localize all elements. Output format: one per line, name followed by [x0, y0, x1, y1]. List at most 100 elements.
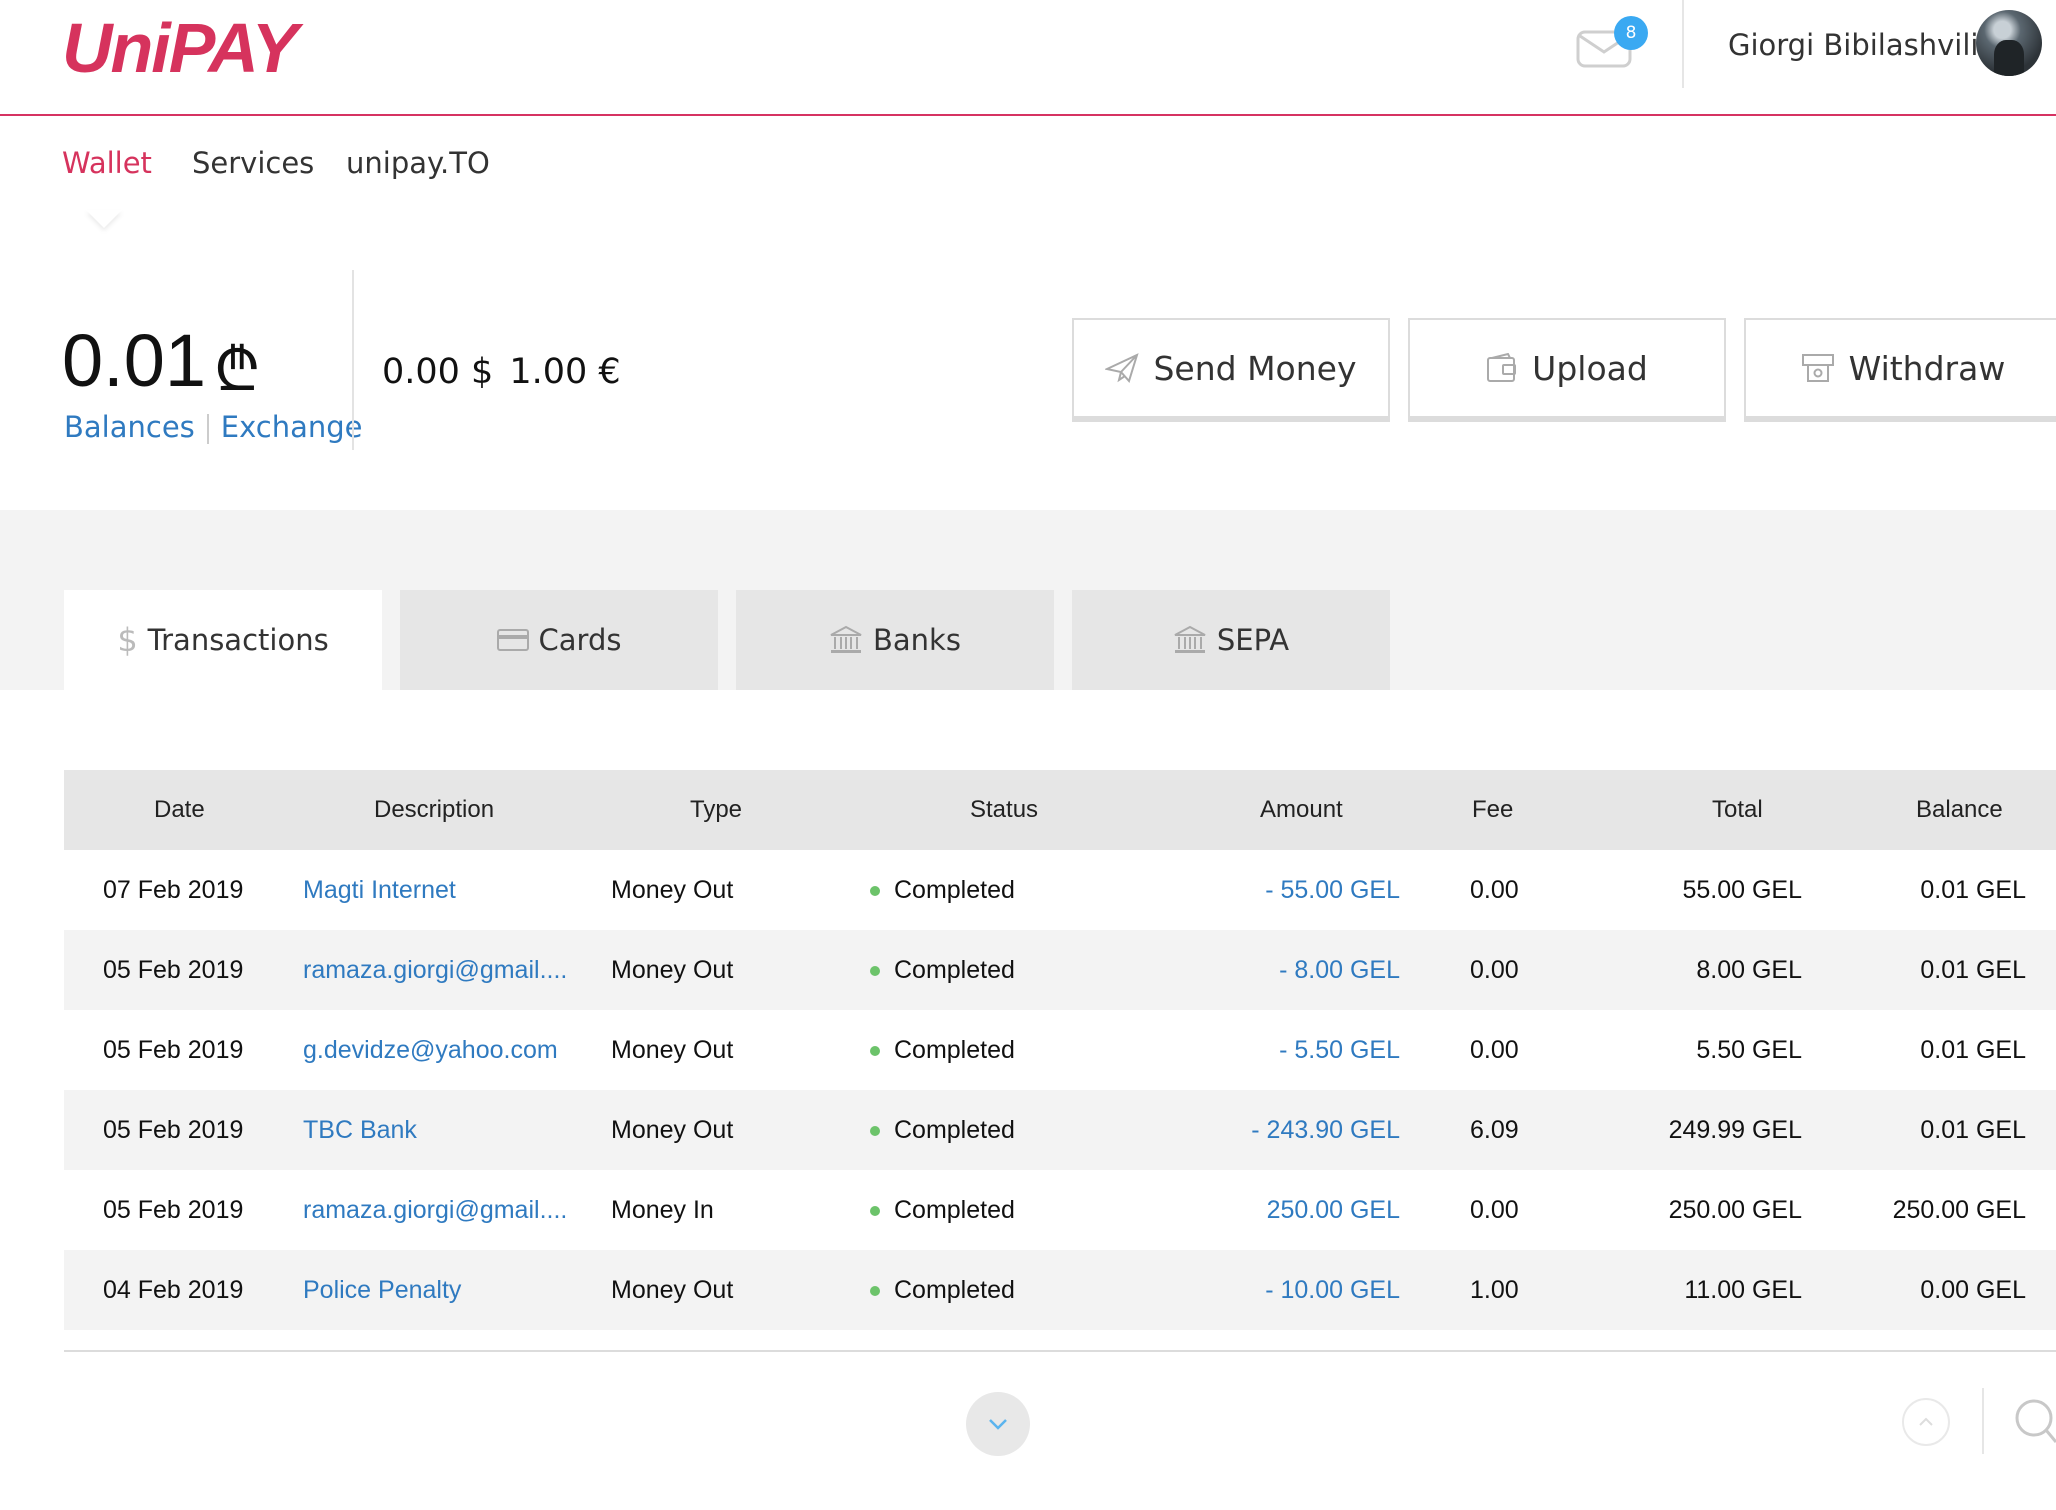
row-amount: 250.00 GEL — [1266, 1196, 1400, 1224]
row-total: 5.50 GEL — [1696, 1036, 1802, 1064]
row-description-link[interactable]: TBC Bank — [303, 1090, 417, 1170]
row-fee: 1.00 — [1470, 1276, 1519, 1304]
balance-divider — [352, 270, 354, 450]
tab-banks-label: Banks — [873, 623, 961, 657]
row-amount: - 243.90 GEL — [1251, 1116, 1400, 1144]
search-icon[interactable] — [2012, 1398, 2056, 1446]
row-amount: - 8.00 GEL — [1279, 956, 1400, 984]
send-money-button[interactable]: Send Money — [1072, 318, 1390, 422]
table-row[interactable]: 05 Feb 2019 TBC Bank Money Out Completed… — [64, 1090, 2056, 1170]
col-amount[interactable]: Amount — [1260, 770, 1343, 850]
row-status-label: Completed — [894, 1196, 1015, 1224]
row-type: Money Out — [611, 956, 734, 984]
row-fee: 0.00 — [1470, 1196, 1519, 1224]
row-status: Completed — [870, 1090, 1015, 1170]
col-date[interactable]: Date — [154, 770, 205, 850]
main-balance: 0.01 — [62, 319, 207, 402]
col-total[interactable]: Total — [1712, 770, 1763, 850]
balances-link[interactable]: Balances — [64, 410, 195, 444]
footer-divider — [1982, 1388, 1984, 1454]
row-date: 05 Feb 2019 — [103, 1196, 244, 1224]
nav-services[interactable]: Services — [192, 146, 314, 180]
row-fee: 0.00 — [1470, 1036, 1519, 1064]
table-bottom-border — [64, 1350, 2056, 1352]
tab-cards[interactable]: Cards — [400, 590, 718, 690]
table-row[interactable]: 05 Feb 2019 ramaza.giorgi@gmail.... Mone… — [64, 930, 2056, 1010]
card-icon — [496, 629, 529, 651]
col-status[interactable]: Status — [970, 770, 1038, 850]
row-balance: 0.01 GEL — [1920, 876, 2026, 904]
exchange-link[interactable]: Exchange — [221, 410, 363, 444]
chevron-up-icon — [1919, 1417, 1933, 1426]
col-description[interactable]: Description — [374, 770, 494, 850]
row-type: Money In — [611, 1196, 714, 1224]
row-date: 05 Feb 2019 — [103, 956, 244, 984]
main-nav: Wallet Services unipay.TO — [0, 118, 2056, 210]
user-name[interactable]: Giorgi Bibilashvili — [1728, 28, 1978, 62]
tab-cards-label: Cards — [538, 623, 622, 657]
row-status: Completed — [870, 1010, 1015, 1090]
chevron-down-icon — [989, 1419, 1007, 1430]
tab-banks[interactable]: Banks — [736, 590, 1054, 690]
table-row[interactable]: 05 Feb 2019 g.devidze@yahoo.com Money Ou… — [64, 1010, 2056, 1090]
unipay-logo[interactable]: UniPAY — [62, 8, 298, 88]
row-amount: - 55.00 GEL — [1265, 876, 1400, 904]
table-row[interactable]: 07 Feb 2019 Magti Internet Money Out Com… — [64, 850, 2056, 930]
withdraw-label: Withdraw — [1848, 348, 2006, 388]
status-dot — [870, 886, 880, 897]
row-balance: 0.01 GEL — [1920, 956, 2026, 984]
row-status-label: Completed — [894, 1116, 1015, 1144]
transactions-table: Date Description Type Status Amount Fee … — [64, 770, 2056, 1330]
usd-balance: 0.00 $ — [382, 352, 494, 392]
top-header: UniPAY 8 Giorgi Bibilashvili — [0, 0, 2056, 116]
status-dot — [870, 1206, 880, 1217]
upload-button[interactable]: Upload — [1408, 318, 1726, 422]
col-type[interactable]: Type — [690, 770, 742, 850]
tab-sepa[interactable]: SEPA — [1072, 590, 1390, 690]
nav-wallet[interactable]: Wallet — [62, 146, 152, 180]
scroll-top-button[interactable] — [1902, 1398, 1950, 1446]
row-balance: 0.00 GEL — [1920, 1276, 2026, 1304]
row-total: 11.00 GEL — [1684, 1276, 1802, 1304]
load-more-button[interactable] — [966, 1392, 1030, 1456]
header-divider — [1682, 0, 1684, 88]
row-status-label: Completed — [894, 1036, 1015, 1064]
row-balance: 0.01 GEL — [1920, 1116, 2026, 1144]
table-row[interactable]: 04 Feb 2019 Police Penalty Money Out Com… — [64, 1250, 2056, 1330]
row-status-label: Completed — [894, 876, 1015, 904]
bank-icon — [1174, 625, 1206, 653]
row-fee: 6.09 — [1470, 1116, 1519, 1144]
row-status-label: Completed — [894, 956, 1015, 984]
row-type: Money Out — [611, 876, 734, 904]
row-status: Completed — [870, 1250, 1015, 1330]
withdraw-button[interactable]: Withdraw — [1744, 318, 2056, 422]
col-balance[interactable]: Balance — [1916, 770, 2003, 850]
dollar-icon: $ — [117, 621, 138, 659]
bank-icon — [830, 625, 862, 653]
row-description-link[interactable]: Magti Internet — [303, 850, 456, 930]
eur-balance: 1.00 € — [509, 352, 621, 392]
row-date: 05 Feb 2019 — [103, 1036, 244, 1064]
row-fee: 0.00 — [1470, 876, 1519, 904]
tab-transactions[interactable]: $ Transactions — [64, 590, 382, 690]
row-description-link[interactable]: Police Penalty — [303, 1250, 461, 1330]
table-row[interactable]: 05 Feb 2019 ramaza.giorgi@gmail.... Mone… — [64, 1170, 2056, 1250]
atm-icon — [1801, 354, 1834, 382]
send-money-label: Send Money — [1153, 348, 1357, 388]
row-description-link[interactable]: ramaza.giorgi@gmail.... — [303, 1170, 567, 1250]
row-description-link[interactable]: g.devidze@yahoo.com — [303, 1010, 558, 1090]
col-fee[interactable]: Fee — [1472, 770, 1513, 850]
lari-currency-icon: ₾ — [214, 335, 261, 405]
status-dot — [870, 1126, 880, 1137]
row-type: Money Out — [611, 1276, 734, 1304]
row-total: 8.00 GEL — [1696, 956, 1802, 984]
other-currency-balances: 0.00 $ 1.00 € — [382, 352, 637, 392]
upload-label: Upload — [1532, 348, 1648, 388]
tab-sepa-label: SEPA — [1216, 623, 1290, 657]
nav-unipay-to[interactable]: unipay.TO — [346, 146, 490, 180]
row-description-link[interactable]: ramaza.giorgi@gmail.... — [303, 930, 567, 1010]
row-status: Completed — [870, 1170, 1015, 1250]
tab-transactions-label: Transactions — [147, 623, 329, 657]
avatar[interactable] — [1976, 10, 2042, 76]
row-total: 250.00 GEL — [1668, 1196, 1802, 1224]
